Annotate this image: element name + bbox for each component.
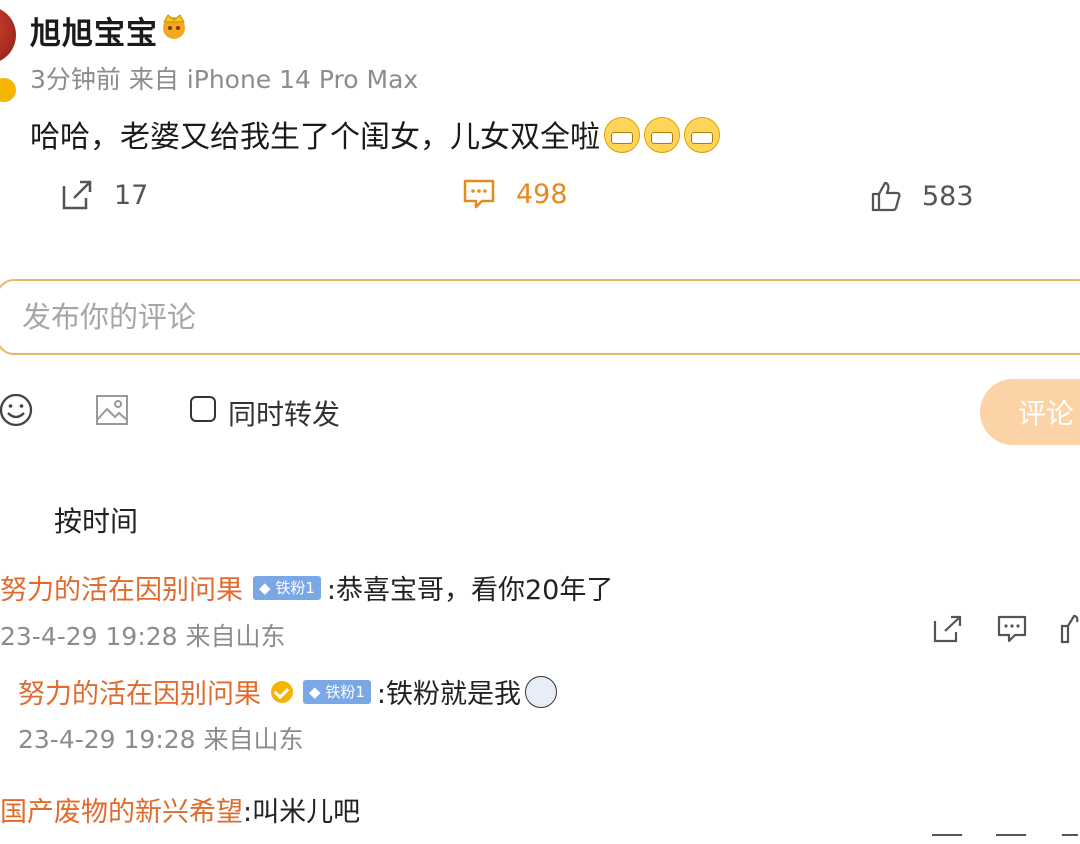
fan-badge: ◆ 铁粉1 [253, 575, 321, 600]
fan-badge-label: 铁粉1 [325, 683, 365, 701]
avatar[interactable] [0, 6, 16, 64]
grin-emoji-icon [644, 117, 680, 153]
comment-item: 国产废物的新兴希望 :叫米儿吧 [0, 790, 360, 829]
comment-text: :恭喜宝哥，看你20年了 [326, 575, 614, 606]
verified-badge-icon [0, 76, 18, 104]
comment-author[interactable]: 努力的活在因别问果 [18, 672, 261, 711]
comment-reply-item: 努力的活在因别问果 ◆ 铁粉1 :铁粉就是我 [18, 672, 557, 711]
comment-share-icon[interactable] [932, 834, 962, 844]
comment-meta: 23-4-29 19:28 来自山东 [18, 725, 304, 754]
comment-author[interactable]: 国产废物的新兴希望 [0, 790, 243, 829]
share-action[interactable]: 17 [60, 178, 148, 212]
crown-icon [163, 14, 185, 39]
comment-input[interactable] [0, 279, 1080, 355]
post-username[interactable]: 旭旭宝宝 [30, 8, 158, 53]
emoji-picker-icon[interactable] [0, 392, 34, 428]
post-text: 哈哈，老婆又给我生了个闺女，儿女双全啦 [30, 112, 720, 156]
fan-badge-diamond-icon: ◆ [309, 682, 321, 701]
verified-icon [271, 680, 293, 703]
comment-icon [463, 179, 495, 209]
comment-reply-icon[interactable] [996, 614, 1028, 644]
fan-badge-diamond-icon: ◆ [259, 578, 271, 597]
comment-action[interactable]: 498 [462, 178, 568, 210]
post-meta: 3分钟前 来自 iPhone 14 Pro Max [30, 65, 419, 94]
comment-item: 努力的活在因别问果 ◆ 铁粉1 :恭喜宝哥，看你20年了 [0, 568, 613, 607]
fan-badge: ◆ 铁粉1 [303, 679, 371, 704]
comment-count: 498 [516, 178, 568, 210]
grin-emoji-icon [604, 117, 640, 153]
share-count: 17 [114, 179, 149, 211]
repost-label: 同时转发 [228, 398, 341, 431]
comment-text: :叫米儿吧 [243, 797, 361, 828]
submit-comment-button[interactable]: 评论 [980, 379, 1080, 445]
thumbs-up-icon [871, 181, 901, 212]
comment-text: :铁粉就是我 [376, 679, 521, 710]
comment-like-icon[interactable] [1060, 614, 1080, 644]
like-count: 583 [922, 180, 974, 212]
doge-emoji-icon [524, 675, 557, 708]
fan-badge-label: 铁粉1 [275, 579, 315, 597]
comment-reply-icon[interactable] [996, 834, 1026, 844]
comment-share-icon[interactable] [932, 614, 964, 644]
post-text-content: 哈哈，老婆又给我生了个闺女，儿女双全啦 [30, 120, 600, 155]
repost-checkbox[interactable] [190, 396, 216, 422]
sort-by-time-tab[interactable]: 按时间 [54, 500, 138, 540]
like-action[interactable]: 583 [870, 180, 974, 212]
share-icon [62, 180, 92, 210]
comment-like-icon[interactable] [1062, 834, 1078, 844]
grin-emoji-icon [684, 117, 720, 153]
comment-meta: 23-4-29 19:28 来自山东 [0, 622, 286, 651]
comment-author[interactable]: 努力的活在因别问果 [0, 568, 243, 607]
image-upload-icon[interactable] [94, 392, 130, 428]
